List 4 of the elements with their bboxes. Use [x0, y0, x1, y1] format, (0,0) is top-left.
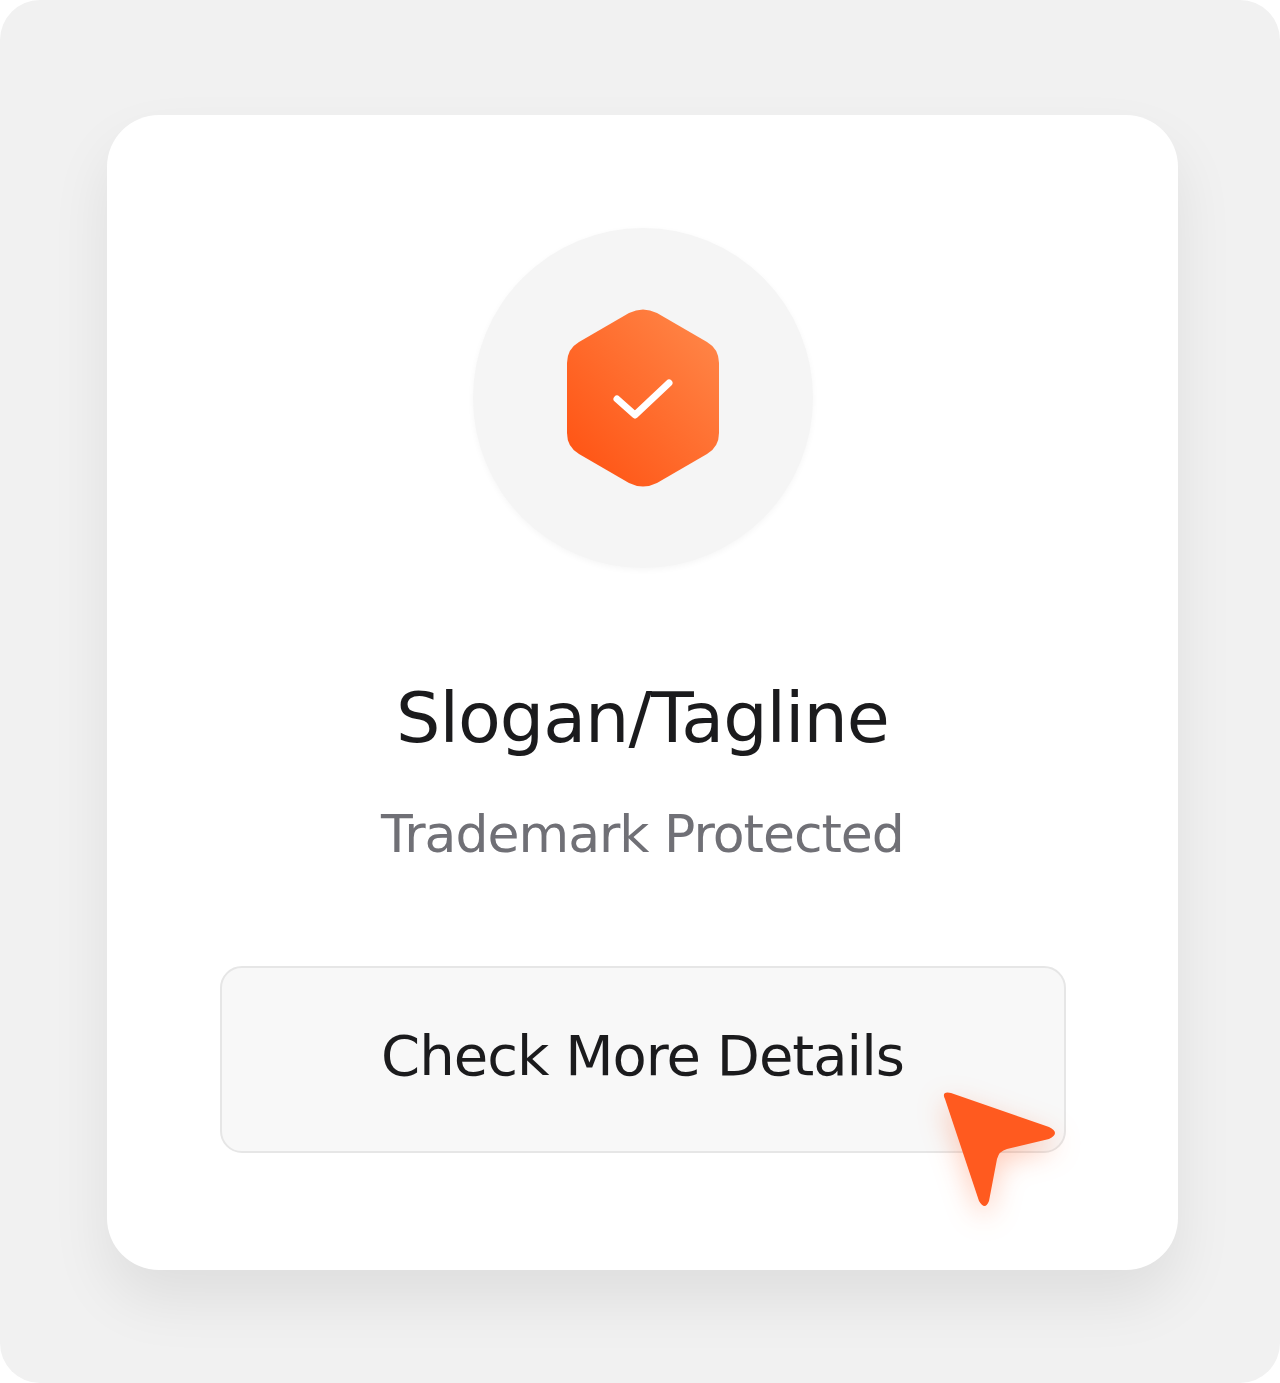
details-button[interactable]: Check More Details — [219, 966, 1066, 1153]
shield-check-icon — [566, 309, 719, 487]
card-title: Slogan/Tagline — [396, 676, 889, 761]
card-subtitle: Trademark Protected — [381, 803, 904, 866]
